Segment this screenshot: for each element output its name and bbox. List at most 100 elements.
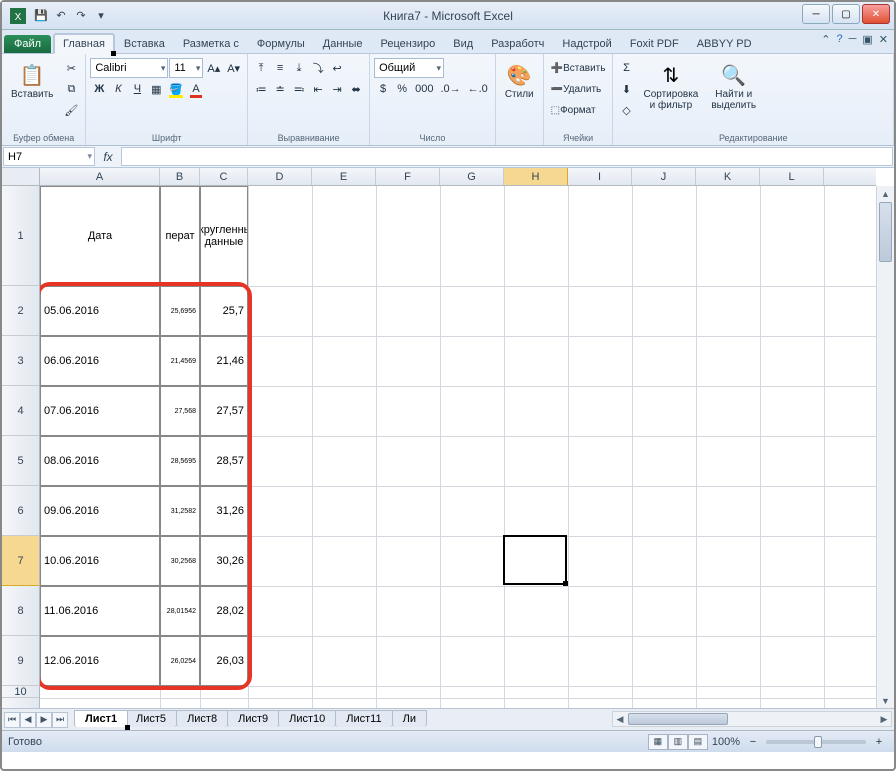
cell-B8[interactable]: 28,01542 [160,586,200,636]
ribbon-tab-0[interactable]: Главная [53,33,115,54]
row-header-4[interactable]: 4 [2,386,39,436]
fill-icon[interactable]: ⬇ [617,79,635,99]
scroll-left-icon[interactable]: ◀ [613,712,627,726]
col-header-G[interactable]: G [440,168,504,185]
cell-C9[interactable]: 26,03 [200,636,248,686]
cell-C8[interactable]: 28,02 [200,586,248,636]
find-select-button[interactable]: 🔍 Найти и выделить [706,58,761,114]
cell-C1[interactable]: Округленные данные [200,186,248,286]
format-painter-icon[interactable]: 🖌 [61,100,81,120]
col-header-J[interactable]: J [632,168,696,185]
col-header-E[interactable]: E [312,168,376,185]
cell-A4[interactable]: 07.06.2016 [40,386,160,436]
minimize-ribbon-icon[interactable]: ⌃ [821,33,830,46]
grid[interactable]: ДатаператОкругленные данные 05.06.201625,… [40,186,876,708]
formula-input[interactable] [121,147,893,166]
row-header-9[interactable]: 9 [2,636,39,686]
ribbon-tab-1[interactable]: Вставка [115,34,174,53]
copy-icon[interactable]: ⧉ [61,79,81,99]
zoom-knob[interactable] [814,736,822,748]
indent-decrease-icon[interactable]: ⇤ [309,79,327,99]
align-center-icon[interactable]: ≐ [271,79,289,99]
bold-button[interactable]: Ж [90,79,108,99]
cell-A6[interactable]: 09.06.2016 [40,486,160,536]
hscroll-thumb[interactable] [628,713,728,725]
scroll-right-icon[interactable]: ▶ [877,712,891,726]
font-name-combo[interactable]: Calibri [90,58,168,78]
shrink-font-icon[interactable]: A▾ [224,58,243,78]
close-button[interactable]: ✕ [862,4,890,24]
row-header-5[interactable]: 5 [2,436,39,486]
cell-A2[interactable]: 05.06.2016 [40,286,160,336]
zoom-value[interactable]: 100% [712,736,740,748]
row-header-6[interactable]: 6 [2,486,39,536]
cell-B3[interactable]: 21,4569 [160,336,200,386]
cell-B6[interactable]: 31,2582 [160,486,200,536]
row-header-8[interactable]: 8 [2,586,39,636]
cell-C7[interactable]: 30,26 [200,536,248,586]
redo-icon[interactable]: ↷ [72,7,90,25]
col-header-C[interactable]: C [200,168,248,185]
cut-icon[interactable]: ✂ [61,58,81,78]
file-tab[interactable]: Файл [4,35,51,53]
indent-increase-icon[interactable]: ⇥ [328,79,346,99]
col-header-H[interactable]: H [504,168,568,185]
doc-minimize-icon[interactable]: ─ [849,33,857,46]
ribbon-tab-3[interactable]: Формулы [248,34,314,53]
autosum-icon[interactable]: Σ [617,58,635,78]
comma-icon[interactable]: 000 [412,79,436,99]
col-header-F[interactable]: F [376,168,440,185]
align-left-icon[interactable]: ≔ [252,79,270,99]
paste-button[interactable]: 📋 Вставить [6,58,58,104]
row-header-3[interactable]: 3 [2,336,39,386]
styles-button[interactable]: 🎨 Стили [500,58,539,104]
ribbon-tab-5[interactable]: Рецензиро [372,34,445,53]
fill-color-icon[interactable]: 🪣 [166,79,186,99]
cell-B7[interactable]: 30,2568 [160,536,200,586]
align-middle-icon[interactable]: ≡ [271,58,289,78]
align-top-icon[interactable]: ⤒ [252,58,270,78]
zoom-out-button[interactable]: − [744,732,762,752]
border-icon[interactable]: ▦ [147,79,165,99]
scroll-up-icon[interactable]: ▲ [877,186,894,201]
col-header-K[interactable]: K [696,168,760,185]
tab-nav-prev[interactable]: ◀ [20,712,36,728]
minimize-button[interactable]: ─ [802,4,830,24]
vertical-scrollbar[interactable]: ▲ ▼ [876,186,894,708]
cell-B1[interactable]: перат [160,186,200,286]
cell-A9[interactable]: 12.06.2016 [40,636,160,686]
cell-C5[interactable]: 28,57 [200,436,248,486]
save-icon[interactable]: 💾 [32,7,50,25]
cell-C4[interactable]: 27,57 [200,386,248,436]
cell-A3[interactable]: 06.06.2016 [40,336,160,386]
tab-nav-last[interactable]: ⏭ [52,712,68,728]
view-pagebreak-icon[interactable]: ▤ [688,734,708,750]
cell-B9[interactable]: 26,0254 [160,636,200,686]
qat-more-icon[interactable]: ▾ [92,7,110,25]
delete-cells-button[interactable]: ➖ Удалить [548,79,605,99]
sheet-tab-4[interactable]: Лист10 [278,710,336,727]
ribbon-tab-10[interactable]: ABBYY PD [688,34,761,53]
sheet-tab-5[interactable]: Лист11 [335,710,392,727]
cell-A1[interactable]: Дата [40,186,160,286]
col-header-D[interactable]: D [248,168,312,185]
cell-A7[interactable]: 10.06.2016 [40,536,160,586]
zoom-slider[interactable] [766,740,866,744]
cell-B5[interactable]: 28,5695 [160,436,200,486]
increase-decimal-icon[interactable]: .0→ [437,79,463,99]
zoom-in-button[interactable]: + [870,732,888,752]
sheet-tab-1[interactable]: Лист5 [125,710,177,727]
view-layout-icon[interactable]: ▥ [668,734,688,750]
select-all-corner[interactable] [2,168,40,186]
align-right-icon[interactable]: ≕ [290,79,308,99]
scroll-thumb[interactable] [879,202,892,262]
doc-restore-icon[interactable]: ▣ [862,33,872,46]
ribbon-tab-4[interactable]: Данные [314,34,372,53]
italic-button[interactable]: К [109,79,127,99]
col-header-A[interactable]: A [40,168,160,185]
col-header-I[interactable]: I [568,168,632,185]
cell-B2[interactable]: 25,6956 [160,286,200,336]
merge-icon[interactable]: ⬌ [347,79,365,99]
grow-font-icon[interactable]: A▴ [204,58,223,78]
clear-icon[interactable]: ◇ [617,100,635,120]
